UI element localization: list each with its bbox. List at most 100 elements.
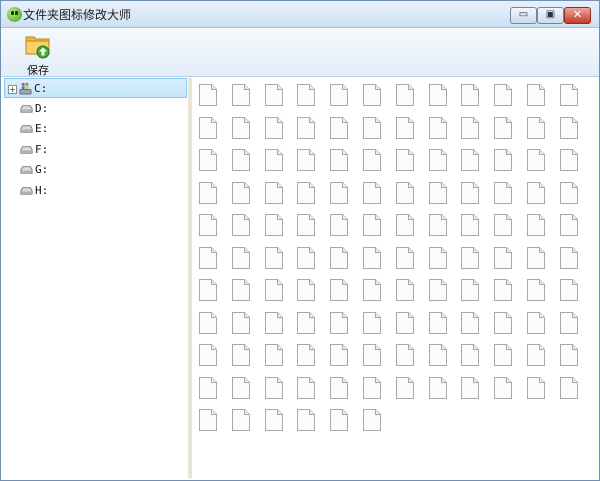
blank-file-icon[interactable] [363,409,381,431]
blank-file-icon[interactable] [363,279,381,301]
expand-icon[interactable]: + [8,85,17,94]
tree-item-h[interactable]: H: [4,181,187,201]
blank-file-icon[interactable] [231,149,250,171]
blank-file-icon[interactable] [494,376,513,399]
blank-file-icon[interactable] [330,311,349,334]
blank-file-icon[interactable] [559,311,578,334]
blank-file-icon[interactable] [199,376,217,399]
blank-file-icon[interactable] [264,376,283,399]
blank-file-icon[interactable] [231,311,250,334]
blank-file-icon[interactable] [527,84,545,106]
blank-file-icon[interactable] [527,376,545,399]
blank-file-icon[interactable] [264,344,283,366]
blank-file-icon[interactable] [297,279,316,301]
blank-file-icon[interactable] [363,116,381,139]
blank-file-icon[interactable] [395,344,414,366]
blank-file-icon[interactable] [330,214,349,236]
blank-file-icon[interactable] [559,344,578,366]
blank-file-icon[interactable] [199,409,217,431]
blank-file-icon[interactable] [231,409,250,431]
blank-file-icon[interactable] [330,149,349,171]
blank-file-icon[interactable] [461,376,480,399]
blank-file-icon[interactable] [199,84,217,106]
blank-file-icon[interactable] [428,311,447,334]
blank-file-icon[interactable] [297,116,316,139]
blank-file-icon[interactable] [264,116,283,139]
blank-file-icon[interactable] [297,344,316,366]
blank-file-icon[interactable] [297,311,316,334]
blank-file-icon[interactable] [559,214,578,236]
blank-file-icon[interactable] [264,181,283,204]
blank-file-icon[interactable] [559,376,578,399]
blank-file-icon[interactable] [559,149,578,171]
blank-file-icon[interactable] [527,344,545,366]
blank-file-icon[interactable] [395,181,414,204]
blank-file-icon[interactable] [297,149,316,171]
blank-file-icon[interactable] [264,246,283,269]
blank-file-icon[interactable] [494,181,513,204]
tree-item-g[interactable]: G: [4,160,187,180]
blank-file-icon[interactable] [461,181,480,204]
title-bar[interactable]: 文件夹图标修改大师 ▭ ▣ ✕ [1,1,599,28]
blank-file-icon[interactable] [330,181,349,204]
blank-file-icon[interactable] [330,376,349,399]
blank-file-icon[interactable] [428,116,447,139]
blank-file-icon[interactable] [428,279,447,301]
blank-file-icon[interactable] [231,246,250,269]
blank-file-icon[interactable] [395,311,414,334]
blank-file-icon[interactable] [231,214,250,236]
blank-file-icon[interactable] [264,214,283,236]
blank-file-icon[interactable] [527,311,545,334]
blank-file-icon[interactable] [428,376,447,399]
blank-file-icon[interactable] [199,181,217,204]
blank-file-icon[interactable] [461,311,480,334]
blank-file-icon[interactable] [428,214,447,236]
save-button[interactable]: 保存 [13,30,63,77]
blank-file-icon[interactable] [428,344,447,366]
blank-file-icon[interactable] [199,344,217,366]
blank-file-icon[interactable] [559,116,578,139]
blank-file-icon[interactable] [461,116,480,139]
blank-file-icon[interactable] [428,246,447,269]
blank-file-icon[interactable] [428,84,447,106]
blank-file-icon[interactable] [264,311,283,334]
blank-file-icon[interactable] [461,246,480,269]
blank-file-icon[interactable] [395,214,414,236]
blank-file-icon[interactable] [363,149,381,171]
blank-file-icon[interactable] [363,84,381,106]
blank-file-icon[interactable] [297,84,316,106]
blank-file-icon[interactable] [264,149,283,171]
blank-file-icon[interactable] [231,279,250,301]
blank-file-icon[interactable] [559,84,578,106]
blank-file-icon[interactable] [199,214,217,236]
blank-file-icon[interactable] [461,279,480,301]
blank-file-icon[interactable] [395,376,414,399]
blank-file-icon[interactable] [363,311,381,334]
blank-file-icon[interactable] [330,344,349,366]
blank-file-icon[interactable] [231,181,250,204]
tree-item-c[interactable]: + C: [4,78,187,98]
blank-file-icon[interactable] [527,279,545,301]
blank-file-icon[interactable] [395,116,414,139]
blank-file-icon[interactable] [231,344,250,366]
blank-file-icon[interactable] [527,181,545,204]
blank-file-icon[interactable] [264,279,283,301]
tree-item-e[interactable]: E: [4,119,187,139]
blank-file-icon[interactable] [297,376,316,399]
blank-file-icon[interactable] [330,116,349,139]
blank-file-icon[interactable] [363,181,381,204]
blank-file-icon[interactable] [330,279,349,301]
close-button[interactable]: ✕ [564,7,591,24]
blank-file-icon[interactable] [297,214,316,236]
tree-item-f[interactable]: F: [4,140,187,160]
blank-file-icon[interactable] [494,116,513,139]
blank-file-icon[interactable] [527,246,545,269]
blank-file-icon[interactable] [231,116,250,139]
blank-file-icon[interactable] [297,246,316,269]
blank-file-icon[interactable] [461,84,480,106]
blank-file-icon[interactable] [494,149,513,171]
blank-file-icon[interactable] [199,279,217,301]
blank-file-icon[interactable] [231,84,250,106]
blank-file-icon[interactable] [559,279,578,301]
blank-file-icon[interactable] [395,279,414,301]
